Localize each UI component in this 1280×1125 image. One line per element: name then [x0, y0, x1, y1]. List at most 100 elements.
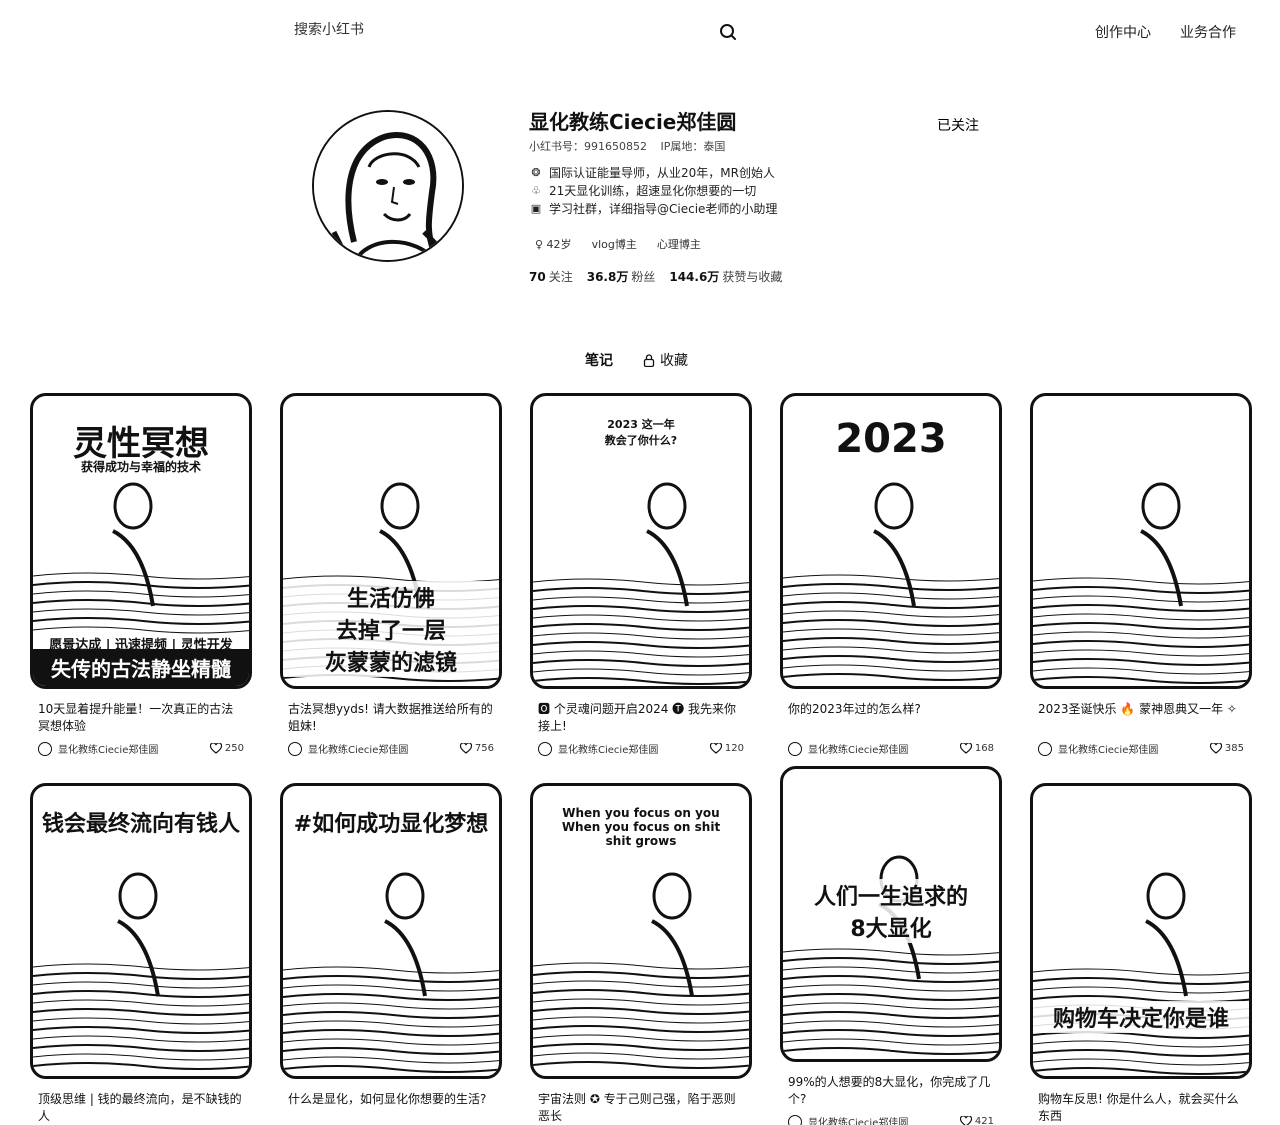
bio-text: 国际认证能量导师，从业20年，MR创始人 — [549, 166, 775, 180]
note-title[interactable]: 2023圣诞快乐 🔥 蒙神恩典又一年 ✧ — [1030, 701, 1252, 735]
search-bar[interactable] — [280, 12, 750, 52]
heart-icon[interactable] — [459, 743, 472, 754]
note-cover[interactable]: 钱会最终流向有钱人 — [30, 783, 252, 1079]
note-cover[interactable]: 灵性冥想 获得成功与幸福的技术 愿景达成 | 迅速提频 | 灵性开发 失传的古法静坐精… — [30, 393, 252, 689]
stat-num: 36.8万 — [586, 270, 629, 284]
stat-likes-collects[interactable]: 144.6万 获赞与收藏 — [669, 268, 782, 285]
author-avatar[interactable] — [538, 741, 552, 756]
profile-id: 小红书号：991650852 — [529, 140, 647, 153]
profile-meta: 小红书号：991650852 IP属地：泰国 — [529, 138, 725, 154]
author-name[interactable]: 显化教练Ciecie郑佳圆 — [1058, 741, 1210, 756]
profile-tags: ♀ 42岁 vlog博主 心理博主 — [529, 234, 707, 254]
profile-bio: ❂ 国际认证能量导师，从业20年，MR创始人 ♧ 21天显化训练，超速显化你想要… — [529, 164, 778, 218]
search-input[interactable] — [294, 22, 694, 38]
profile-ip: IP属地：泰国 — [660, 140, 726, 153]
tag-psychology: 心理博主 — [656, 238, 701, 251]
cover-title: 购物车决定你是谁 — [1033, 1001, 1249, 1033]
author-name[interactable]: 显化教练Ciecie郑佳圆 — [808, 741, 960, 756]
note-footer: 显化教练Ciecie郑佳圆 385 — [1030, 741, 1252, 756]
tag-vlog: vlog博主 — [591, 238, 637, 251]
like-count: 250 — [224, 743, 244, 754]
note-card[interactable]: 人们一生追求的 8大显化 99%的人想要的8大显化，你完成了几个? 显化教练Ciec… — [780, 766, 1002, 1125]
profile-name: 显化教练Ciecie郑佳圆 — [529, 110, 737, 134]
profile-avatar[interactable] — [312, 110, 464, 262]
author-avatar[interactable] — [288, 741, 302, 756]
heart-icon[interactable] — [709, 743, 722, 754]
like-button[interactable]: 421 — [959, 1116, 994, 1125]
author-name[interactable]: 显化教练Ciecie郑佳圆 — [308, 741, 460, 756]
tab-collect-label: 收藏 — [660, 353, 688, 369]
note-title[interactable]: 古法冥想yyds! 请大数据推送给所有的姐妹! — [280, 701, 502, 735]
author-name[interactable]: 显化教练Ciecie郑佳圆 — [58, 741, 210, 756]
note-card[interactable]: 购物车决定你是谁购物车反思! 你是什么人，就会买什么东西显化教练Ciecie郑佳… — [1030, 783, 1252, 1125]
bio-text: 21天显化训练，超速显化你想要的一切 — [549, 184, 757, 198]
bio-line: ▣ 学习社群，详细指导@Ciecie老师的小助理 — [529, 200, 778, 218]
note-footer: 显化教练Ciecie郑佳圆 168 — [780, 741, 1002, 756]
heart-icon[interactable] — [209, 743, 222, 754]
stat-followers[interactable]: 36.8万 粉丝 — [587, 268, 656, 285]
note-title[interactable]: 99%的人想要的8大显化，你完成了几个? — [780, 1074, 1002, 1108]
note-footer: 显化教练Ciecie郑佳圆 120 — [530, 741, 752, 756]
note-cover[interactable]: 2023 — [780, 393, 1002, 689]
heart-icon[interactable] — [959, 1116, 972, 1125]
cover-illustration — [1033, 482, 1249, 684]
cover-title: 钱会最终流向有钱人 — [33, 806, 249, 838]
note-cover[interactable]: 人们一生追求的 8大显化 — [780, 766, 1002, 1062]
like-button[interactable]: 250 — [209, 743, 244, 754]
heart-icon[interactable] — [1209, 743, 1222, 754]
bio-text: 学习社群，详细指导@Ciecie老师的小助理 — [549, 202, 778, 216]
top-header: 创作中心 业务合作 — [0, 0, 1280, 64]
note-card[interactable]: 钱会最终流向有钱人顶级思维 | 钱的最终流向，是不缺钱的人显化教练Ciecie郑… — [30, 783, 252, 1125]
bio-line: ❂ 国际认证能量导师，从业20年，MR创始人 — [529, 164, 777, 182]
like-button[interactable]: 385 — [1209, 743, 1244, 754]
like-button[interactable]: 120 — [709, 743, 744, 754]
like-count: 168 — [974, 743, 994, 754]
note-title[interactable]: 🅾 个灵魂问题开启2024 🅣 我先来你接上! — [530, 701, 752, 735]
note-title[interactable]: 什么是显化，如何显化你想要的生活? — [280, 1091, 502, 1125]
cover-title: 2023 这一年 教会了你什么? — [533, 416, 749, 448]
nav-business-cooperation[interactable]: 业务合作 — [1180, 22, 1236, 42]
follow-button[interactable]: 已关注 — [920, 110, 996, 140]
like-count: 756 — [474, 743, 494, 754]
tab-notes[interactable]: 笔记 — [585, 350, 613, 370]
note-cover[interactable]: #如何成功显化梦想 — [280, 783, 502, 1079]
author-avatar[interactable] — [1038, 741, 1052, 756]
nav-creator-center[interactable]: 创作中心 — [1095, 22, 1151, 42]
note-cover[interactable]: 生活仿佛 去掉了一层 灰蒙蒙的滤镜 — [280, 393, 502, 689]
tab-collect[interactable]: 收藏 — [643, 350, 688, 370]
like-count: 421 — [974, 1116, 994, 1125]
note-title[interactable]: 宇宙法则 ✪ 专于己则己强，陷于恶则恶长 — [530, 1091, 752, 1125]
note-card[interactable]: 灵性冥想 获得成功与幸福的技术 愿景达成 | 迅速提频 | 灵性开发 失传的古法静坐精… — [30, 393, 252, 756]
author-name[interactable]: 显化教练Ciecie郑佳圆 — [558, 741, 710, 756]
note-card[interactable]: 2023 你的2023年过的怎么样? 显化教练Ciecie郑佳圆 168 — [780, 393, 1002, 756]
note-title[interactable]: 10天显着提升能量！一次真正的古法冥想体验 — [30, 701, 252, 735]
author-avatar[interactable] — [788, 741, 802, 756]
profile-stats: 70 关注 36.8万 粉丝 144.6万 获赞与收藏 — [529, 268, 782, 285]
like-count: 385 — [1224, 743, 1244, 754]
note-title[interactable]: 顶级思维 | 钱的最终流向，是不缺钱的人 — [30, 1091, 252, 1125]
profile-tabs: 笔记 收藏 — [585, 350, 688, 370]
search-icon[interactable] — [718, 22, 738, 42]
author-avatar[interactable] — [788, 1114, 802, 1125]
heart-icon[interactable] — [959, 743, 972, 754]
stat-label: 关注 — [548, 270, 573, 284]
like-button[interactable]: 756 — [459, 743, 494, 754]
author-avatar[interactable] — [38, 741, 52, 756]
note-card[interactable]: 2023 这一年 教会了你什么? 🅾 个灵魂问题开启2024 🅣 我先来你接上! 显… — [530, 393, 752, 756]
cover-title: When you focus on you When you focus on … — [561, 806, 721, 848]
note-cover[interactable]: 2023 这一年 教会了你什么? — [530, 393, 752, 689]
author-name[interactable]: 显化教练Ciecie郑佳圆 — [808, 1114, 960, 1125]
note-card[interactable]: 生活仿佛 去掉了一层 灰蒙蒙的滤镜古法冥想yyds! 请大数据推送给所有的姐妹!… — [280, 393, 502, 756]
note-card[interactable]: #如何成功显化梦想什么是显化，如何显化你想要的生活?显化教练Ciecie郑佳圆 — [280, 783, 502, 1125]
like-button[interactable]: 168 — [959, 743, 994, 754]
like-count: 120 — [724, 743, 744, 754]
note-cover[interactable]: When you focus on you When you focus on … — [530, 783, 752, 1079]
note-card[interactable]: 2023圣诞快乐 🔥 蒙神恩典又一年 ✧ 显化教练Ciecie郑佳圆 385 — [1030, 393, 1252, 756]
note-card[interactable]: When you focus on you When you focus on … — [530, 783, 752, 1125]
note-title[interactable]: 购物车反思! 你是什么人，就会买什么东西 — [1030, 1091, 1252, 1125]
note-cover[interactable]: 购物车决定你是谁 — [1030, 783, 1252, 1079]
stat-following[interactable]: 70 关注 — [529, 268, 573, 285]
note-cover[interactable] — [1030, 393, 1252, 689]
lock-icon — [643, 353, 655, 367]
note-title[interactable]: 你的2023年过的怎么样? — [780, 701, 1002, 735]
